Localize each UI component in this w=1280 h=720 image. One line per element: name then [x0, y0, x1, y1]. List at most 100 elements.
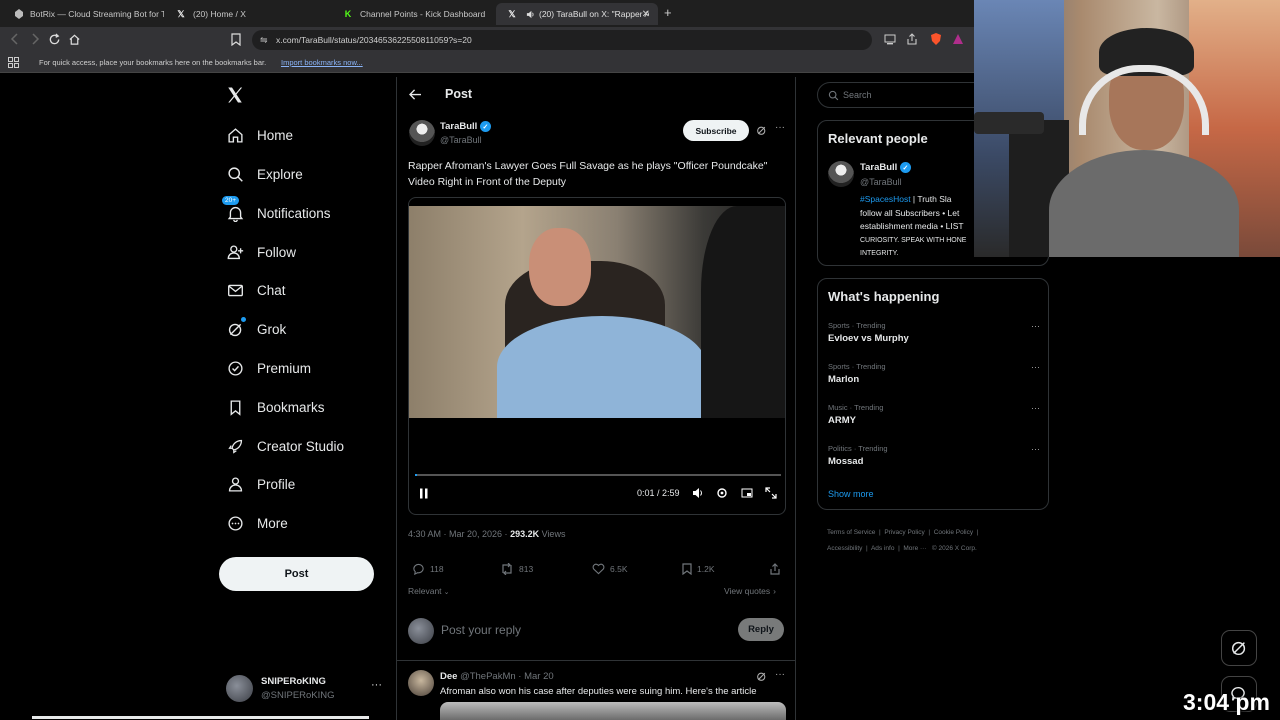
import-bookmarks-link[interactable]: Import bookmarks now...	[281, 58, 363, 67]
trend-name: ARMY	[828, 415, 856, 426]
more-dots-icon[interactable]: ···	[1031, 321, 1040, 331]
share-icon[interactable]	[906, 33, 918, 45]
bookmark-page-icon[interactable]	[231, 33, 241, 46]
forward-icon[interactable]	[30, 33, 40, 45]
more-dots-icon[interactable]: ···	[1031, 362, 1040, 372]
video-time: 0:01 / 2:59	[637, 488, 680, 498]
footer-link[interactable]: Privacy Policy	[884, 529, 924, 536]
cast-icon[interactable]	[884, 34, 896, 45]
reply-button[interactable]: Reply	[738, 618, 784, 641]
author-name: TaraBull	[440, 121, 478, 133]
reply-handle-date[interactable]: @ThePakMn · Mar 20	[460, 671, 554, 682]
tab-kick[interactable]: K Channel Points - Kick Dashboard	[332, 3, 496, 25]
more-dots-icon[interactable]: ···	[371, 679, 382, 691]
reply-sort-dropdown[interactable]: Relevant ⌄	[408, 586, 449, 596]
settings-gear-icon[interactable]	[716, 487, 728, 499]
trend-item[interactable]: Sports · Trending Evloev vs Murphy ···	[828, 321, 1040, 344]
nav-grok[interactable]: Grok	[226, 312, 286, 346]
person-name[interactable]: TaraBull	[860, 162, 897, 173]
picture-in-picture-icon[interactable]	[741, 487, 753, 499]
x-logo-icon[interactable]	[226, 86, 244, 104]
nav-explore[interactable]: Explore	[226, 157, 303, 191]
more-dots-icon[interactable]: ···	[775, 122, 785, 133]
site-info-icon[interactable]: ⇋	[260, 30, 268, 50]
video-progress-track[interactable]	[415, 474, 781, 476]
nav-follow[interactable]: Follow	[226, 235, 296, 269]
nav-notifications[interactable]: 20+ Notifications	[222, 196, 331, 230]
show-more-link[interactable]: Show more	[828, 489, 874, 499]
footer-link[interactable]: Cookie Policy	[934, 529, 973, 536]
reply-action[interactable]: 118	[412, 563, 444, 575]
footer-link[interactable]: More ···	[903, 545, 926, 552]
nav-chat[interactable]: Chat	[226, 273, 286, 307]
account-switcher[interactable]: SNIPERoKING @SNIPERoKING ···	[226, 673, 386, 707]
person-handle[interactable]: @TaraBull	[860, 177, 902, 187]
nav-profile[interactable]: Profile	[226, 467, 295, 501]
like-action[interactable]: 6.5K	[592, 563, 628, 575]
reply-item[interactable]: Dee @ThePakMn · Mar 20 ··· Afroman also …	[397, 662, 795, 720]
view-quotes-link[interactable]: View quotes ›	[724, 586, 776, 596]
home-browser-icon[interactable]	[68, 33, 81, 46]
grok-icon[interactable]	[756, 125, 767, 136]
author-name-row[interactable]: TaraBull ✓	[440, 121, 491, 132]
panel-title: What's happening	[828, 289, 940, 304]
share-icon[interactable]	[769, 563, 781, 575]
more-dots-icon[interactable]: ···	[1031, 444, 1040, 454]
page-title: Post	[445, 87, 473, 101]
apps-grid-icon[interactable]	[8, 57, 19, 68]
more-circle-icon	[226, 514, 244, 532]
trend-item[interactable]: Music · Trending ARMY ···	[828, 403, 1040, 426]
nav-more[interactable]: More	[226, 506, 288, 540]
tab-tarabull-post[interactable]: 𝕏 (20) TaraBull on X: "Rapper Af ✕	[496, 3, 658, 25]
nav-label: Bookmarks	[257, 399, 325, 415]
video-player[interactable]: 0:01 / 2:59	[408, 197, 786, 515]
avatar	[408, 618, 434, 644]
tab-botrix[interactable]: BotRix — Cloud Streaming Bot for Tw	[4, 3, 164, 25]
nav-home[interactable]: Home	[226, 118, 293, 152]
tab-x-home[interactable]: 𝕏 (20) Home / X	[165, 3, 331, 25]
fullscreen-icon[interactable]	[765, 487, 777, 499]
more-dots-icon[interactable]: ···	[1031, 403, 1040, 413]
author-handle[interactable]: @TaraBull	[440, 135, 482, 145]
x-logo-icon: 𝕏	[508, 8, 516, 19]
reply-author-name[interactable]: Dee	[440, 671, 457, 682]
close-tab-icon[interactable]: ✕	[642, 9, 650, 20]
repost-count: 813	[519, 564, 534, 574]
reply-media[interactable]	[440, 702, 786, 720]
bookmark-icon	[226, 398, 244, 416]
avatar[interactable]	[409, 120, 435, 146]
repost-action[interactable]: 813	[500, 563, 533, 575]
brave-rewards-icon[interactable]	[952, 33, 964, 45]
footer-link[interactable]: Accessibility	[827, 545, 862, 552]
new-tab-icon[interactable]: +	[664, 5, 672, 20]
more-dots-icon[interactable]: ···	[775, 669, 785, 680]
bookmark-action[interactable]: 1.2K	[682, 563, 715, 575]
reply-input[interactable]: Post your reply	[441, 623, 521, 637]
pause-icon[interactable]	[419, 488, 429, 499]
post-timestamp[interactable]: 4:30 AM · Mar 20, 2026 ·	[408, 529, 510, 539]
trend-item[interactable]: Politics · Trending Mossad ···	[828, 444, 1040, 467]
mail-icon	[226, 281, 244, 299]
reload-icon[interactable]	[48, 33, 61, 46]
nav-label: Follow	[257, 244, 297, 260]
compose-post-button[interactable]: Post	[219, 557, 374, 591]
url-field[interactable]: ⇋ x.com/TaraBull/status/2034653622550811…	[252, 30, 872, 50]
grok-floating-button[interactable]	[1221, 630, 1257, 666]
trend-item[interactable]: Sports · Trending Marlon ···	[828, 362, 1040, 385]
bio-hashtag-link[interactable]: #SpacesHost	[860, 194, 911, 204]
brave-shield-icon[interactable]	[930, 32, 942, 46]
back-icon[interactable]	[10, 33, 20, 45]
volume-icon[interactable]	[692, 487, 704, 499]
nav-creator-studio[interactable]: Creator Studio	[226, 429, 344, 463]
footer-link[interactable]: Ads info	[871, 545, 895, 552]
nav-premium[interactable]: Premium	[226, 351, 311, 385]
chevron-down-icon: ⌄	[443, 589, 450, 596]
footer-link[interactable]: Terms of Service	[827, 529, 875, 536]
nav-bookmarks[interactable]: Bookmarks	[226, 390, 325, 424]
grok-icon[interactable]	[756, 671, 767, 682]
avatar[interactable]	[828, 161, 854, 187]
nav-label: Chat	[257, 282, 286, 298]
back-arrow-icon[interactable]	[409, 89, 422, 100]
heart-icon	[592, 563, 605, 575]
subscribe-button[interactable]: Subscribe	[683, 120, 749, 141]
